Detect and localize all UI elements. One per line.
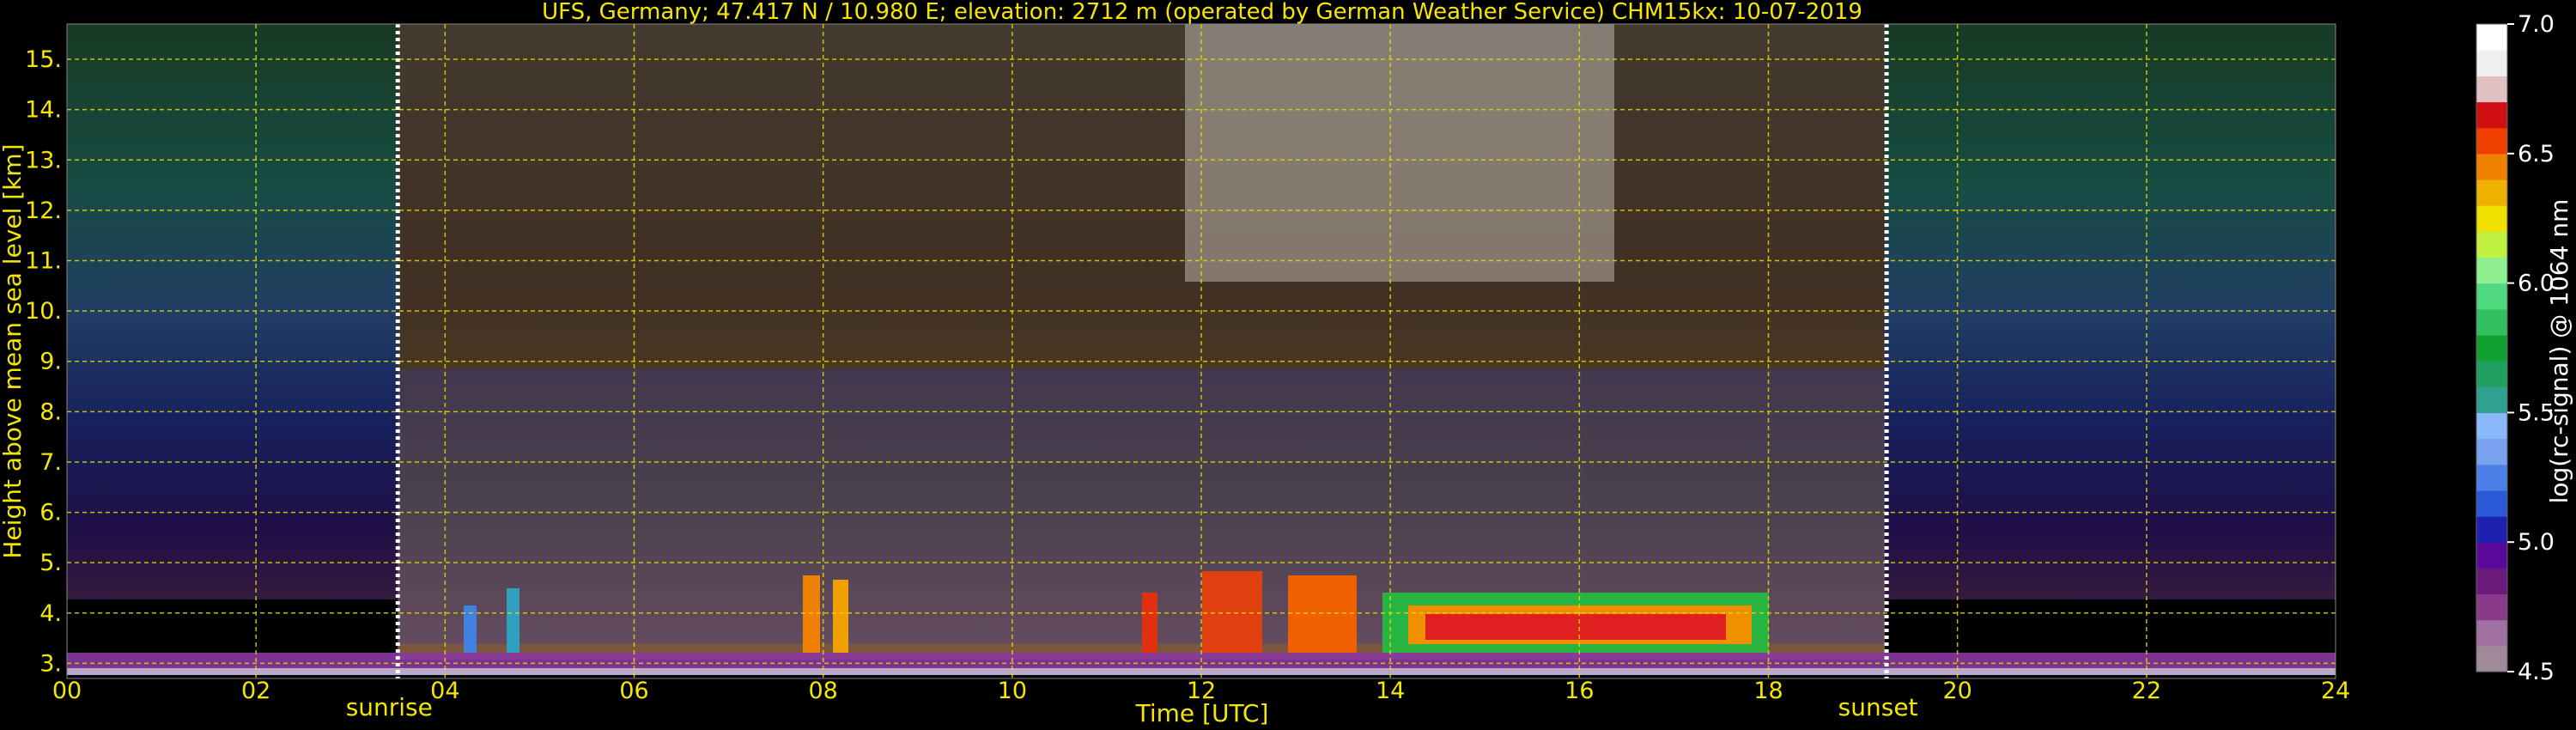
y-tick-label: 11.	[25, 247, 62, 274]
plot-area	[67, 24, 2336, 678]
colorbar-swatch	[2476, 76, 2507, 103]
event-label: sunrise	[346, 693, 433, 721]
colorbar-swatch	[2476, 334, 2507, 362]
colorbar-swatch	[2476, 24, 2507, 51]
x-tick-label: 06	[619, 678, 648, 704]
colorbar-swatch	[2476, 153, 2507, 180]
colorbar-swatch	[2476, 645, 2507, 672]
y-tick-label: 13.	[25, 147, 62, 173]
colorbar-swatch	[2476, 231, 2507, 259]
colorbar-swatch	[2476, 542, 2507, 569]
y-tick-label: 7.	[39, 449, 62, 476]
colorbar-swatch	[2476, 593, 2507, 621]
x-tick-label: 16	[1564, 678, 1594, 704]
y-axis: 3. 4. 5. 6. 7. 8. 9. 10. 11. 12. 13. 14. 15.	[25, 46, 62, 677]
night-noise-morning	[67, 24, 398, 599]
x-tick-label: 22	[2132, 678, 2161, 704]
y-tick-label: 10.	[25, 298, 62, 325]
chart-title: UFS, Germany; 47.417 N / 10.980 E; eleva…	[542, 0, 1862, 25]
colorbar-tick-label: 6.5	[2518, 141, 2555, 167]
colorbar-swatch	[2476, 412, 2507, 440]
colorbar-swatch	[2476, 205, 2507, 232]
y-tick-label: 9.	[39, 349, 62, 375]
y-tick-label: 14.	[25, 97, 62, 124]
y-axis-label: Height above mean sea level [km]	[0, 143, 27, 558]
y-tick-label: 12.	[25, 198, 62, 224]
colorbar-swatch	[2476, 283, 2507, 310]
y-tick-label: 3.	[39, 650, 62, 677]
x-tick-label: 02	[241, 678, 270, 704]
colorbar-tick-label: 5.0	[2518, 529, 2555, 556]
colorbar-swatch	[2476, 464, 2507, 491]
x-tick-label: 04	[430, 678, 459, 704]
y-tick-label: 8.	[39, 398, 62, 425]
colorbar-swatch	[2476, 50, 2507, 76]
y-tick-label: 15.	[25, 46, 62, 73]
colorbar-swatch	[2476, 179, 2507, 206]
event-labels: sunrise sunset	[346, 693, 1918, 721]
x-axis-label: Time [UTC]	[1135, 699, 1269, 727]
x-tick-label: 10	[998, 678, 1027, 704]
colorbar-swatch	[2476, 438, 2507, 465]
colorbar-swatch	[2476, 101, 2507, 129]
colorbar-swatch	[2476, 361, 2507, 387]
colorbar-label: log(rc-signal) @ 1064 nm	[2545, 199, 2573, 504]
colorbar-tick-label: 7.0	[2518, 11, 2555, 38]
colorbar-swatch	[2476, 490, 2507, 517]
colorbar-swatch	[2476, 568, 2507, 595]
y-tick-label: 6.	[39, 500, 62, 526]
colorbar-swatch	[2476, 619, 2507, 647]
colorbar-swatch	[2476, 127, 2507, 155]
x-tick-label: 24	[2321, 678, 2350, 704]
ceilometer-figure: UFS, Germany; 47.417 N / 10.980 E; eleva…	[0, 0, 2573, 727]
x-tick-label: 18	[1753, 678, 1783, 704]
midday-noise-core	[1185, 24, 1614, 282]
colorbar-swatch	[2476, 386, 2507, 413]
x-tick-label: 00	[52, 678, 82, 704]
colorbar: 4.55.05.56.06.57.0	[2476, 11, 2555, 685]
colorbar-tick-label: 4.5	[2518, 659, 2555, 685]
x-tick-label: 20	[1942, 678, 1971, 704]
colorbar-swatch	[2476, 257, 2507, 284]
x-tick-label: 14	[1376, 678, 1405, 704]
event-label: sunset	[1838, 693, 1918, 721]
colorbar-swatch	[2476, 308, 2507, 336]
y-tick-label: 4.	[39, 600, 62, 627]
colorbar-swatch	[2476, 516, 2507, 543]
x-tick-label: 08	[808, 678, 837, 704]
night-noise-evening	[1885, 24, 2336, 599]
y-tick-label: 5.	[39, 550, 62, 576]
